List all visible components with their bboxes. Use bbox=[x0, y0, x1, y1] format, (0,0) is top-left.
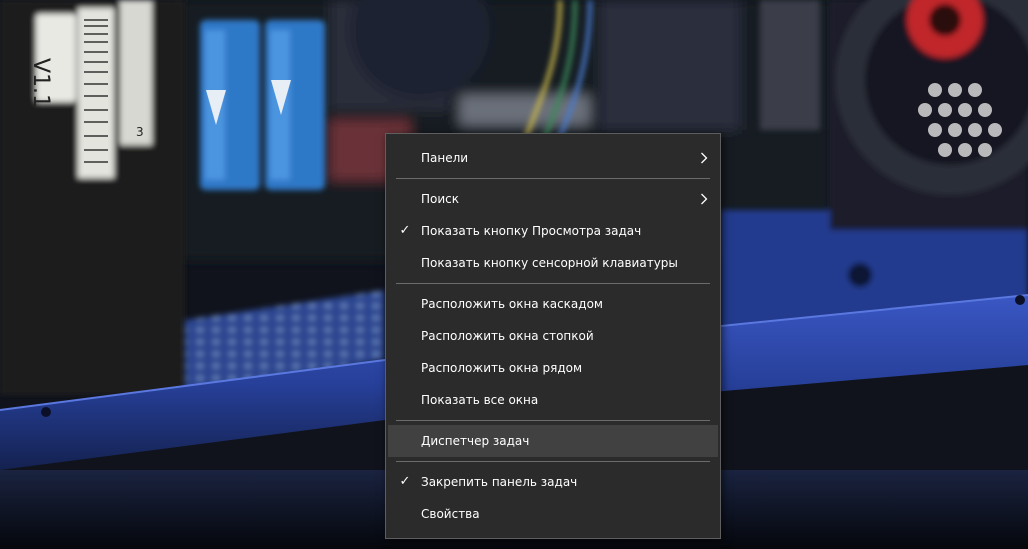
chevron-right-icon bbox=[701, 193, 708, 205]
menu-item[interactable]: Показать все окна bbox=[388, 384, 718, 416]
menu-separator bbox=[396, 178, 710, 179]
checkmark-icon: ✓ bbox=[399, 474, 411, 489]
menu-item-label: Расположить окна каскадом bbox=[421, 297, 603, 311]
menu-item[interactable]: Поиск bbox=[388, 183, 718, 215]
menu-item-label: Поиск bbox=[421, 192, 460, 206]
module-label: V1.1 bbox=[28, 58, 53, 108]
menu-item-label: Диспетчер задач bbox=[421, 434, 530, 448]
menu-item-label: Расположить окна стопкой bbox=[421, 329, 594, 343]
menu-item[interactable]: Расположить окна каскадом bbox=[388, 288, 718, 320]
menu-item[interactable]: Показать кнопку сенсорной клавиатуры bbox=[388, 247, 718, 279]
desktop: V1.1 3 Панели Поиск ✓ Показать кнопку Пр… bbox=[0, 0, 1028, 549]
menu-item-label: Показать кнопку сенсорной клавиатуры bbox=[421, 256, 678, 270]
menu-separator bbox=[396, 283, 710, 284]
menu-item[interactable]: Диспетчер задач bbox=[388, 425, 718, 457]
chevron-right-icon bbox=[701, 152, 708, 164]
menu-item-label: Показать все окна bbox=[421, 393, 539, 407]
menu-item[interactable]: ✓ Закрепить панель задач bbox=[388, 466, 718, 498]
menu-item[interactable]: Расположить окна стопкой bbox=[388, 320, 718, 352]
menu-item-label: Свойства bbox=[421, 507, 480, 521]
checkmark-icon: ✓ bbox=[399, 223, 411, 238]
slot-label: 3 bbox=[136, 125, 144, 139]
menu-item-label: Показать кнопку Просмотра задач bbox=[421, 224, 642, 238]
menu-item[interactable]: Панели bbox=[388, 142, 718, 174]
menu-item[interactable]: Свойства bbox=[388, 498, 718, 530]
menu-item[interactable]: ✓ Показать кнопку Просмотра задач bbox=[388, 215, 718, 247]
menu-separator bbox=[396, 461, 710, 462]
menu-item-label: Панели bbox=[421, 151, 469, 165]
menu-separator bbox=[396, 420, 710, 421]
menu-item-label: Закрепить панель задач bbox=[421, 475, 578, 489]
menu-item[interactable]: Расположить окна рядом bbox=[388, 352, 718, 384]
taskbar-context-menu: Панели Поиск ✓ Показать кнопку Просмотра за… bbox=[385, 133, 721, 539]
menu-item-label: Расположить окна рядом bbox=[421, 361, 583, 375]
